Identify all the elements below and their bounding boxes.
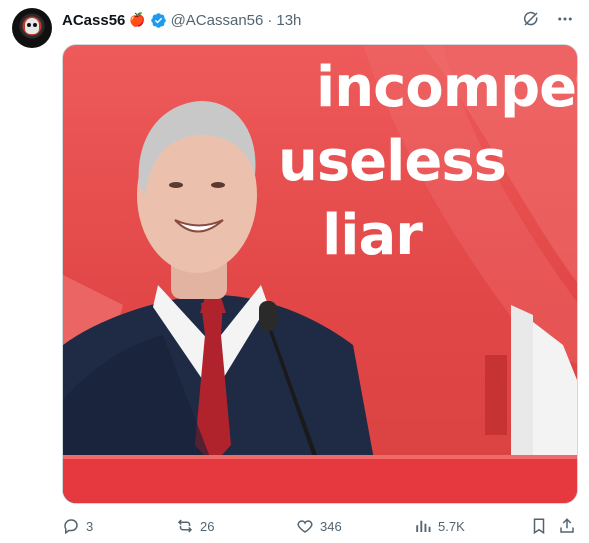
repost-button[interactable]: 26 bbox=[176, 516, 214, 536]
bookmark-button[interactable] bbox=[530, 516, 548, 536]
overlay-line-1: incompetent bbox=[316, 55, 577, 120]
action-bar: 3 26 346 5.7K bbox=[62, 516, 580, 536]
avatar[interactable] bbox=[12, 8, 52, 48]
bookmark-icon bbox=[533, 518, 545, 535]
share-button[interactable] bbox=[558, 516, 576, 536]
share-icon bbox=[560, 518, 574, 533]
author-name[interactable]: ACass56 bbox=[62, 12, 125, 29]
more-icon[interactable] bbox=[555, 9, 575, 29]
post-time[interactable]: 13h bbox=[276, 12, 301, 29]
grok-icon[interactable] bbox=[521, 9, 541, 29]
repost-count: 26 bbox=[200, 518, 215, 534]
reply-icon bbox=[64, 519, 78, 535]
reply-button[interactable]: 3 bbox=[62, 516, 93, 536]
skull-image bbox=[25, 18, 39, 34]
separator-dot: · bbox=[267, 11, 273, 29]
like-count: 346 bbox=[320, 518, 342, 534]
tweet-header: ACass56 🍎 @ACassan56 · 13h bbox=[62, 10, 301, 30]
verified-badge-icon[interactable] bbox=[150, 12, 167, 29]
post-image[interactable]: incompetent useless liar bbox=[62, 44, 578, 504]
image-overlay-text: incompetent useless liar bbox=[171, 51, 577, 273]
views-icon bbox=[416, 520, 431, 532]
views-button[interactable]: 5.7K bbox=[414, 516, 465, 536]
apple-emoji: 🍎 bbox=[129, 12, 146, 27]
overlay-line-3: liar bbox=[322, 203, 423, 268]
top-actions bbox=[521, 9, 575, 29]
heart-icon bbox=[297, 520, 313, 533]
author-handle[interactable]: @ACassan56 bbox=[171, 12, 264, 29]
overlay-line-2: useless bbox=[277, 129, 507, 194]
like-button[interactable]: 346 bbox=[296, 516, 342, 536]
reply-count: 3 bbox=[86, 518, 94, 534]
repost-icon bbox=[177, 519, 193, 533]
views-count: 5.7K bbox=[438, 518, 465, 534]
